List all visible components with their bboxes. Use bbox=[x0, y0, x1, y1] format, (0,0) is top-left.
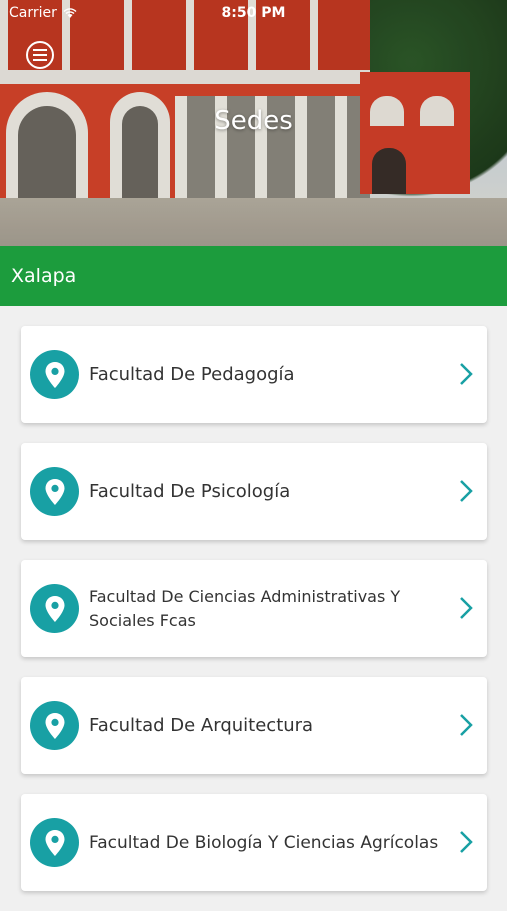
page-title: Sedes bbox=[214, 106, 293, 136]
location-pin-icon bbox=[30, 350, 79, 399]
hamburger-menu-icon[interactable] bbox=[26, 41, 54, 69]
list-item-label: Facultad De Biología Y Ciencias Agrícola… bbox=[89, 832, 439, 853]
list-item-label: Facultad De Ciencias Administrativas Y S… bbox=[89, 586, 401, 630]
chevron-right-icon bbox=[460, 480, 473, 502]
list-item[interactable]: Facultad De Arquitectura bbox=[21, 677, 487, 774]
list-item-label: Facultad De Psicología bbox=[89, 480, 291, 502]
location-pin-icon bbox=[30, 584, 79, 633]
section-header: Xalapa bbox=[0, 246, 507, 306]
list-item-label: Facultad De Pedagogía bbox=[89, 363, 295, 385]
location-pin-icon bbox=[30, 818, 79, 867]
status-bar: Carrier 8:50 PM bbox=[0, 0, 507, 28]
list-item[interactable]: Facultad De Biología Y Ciencias Agrícola… bbox=[21, 794, 487, 891]
chevron-right-icon bbox=[460, 714, 473, 736]
list-item[interactable]: Facultad De Ciencias Administrativas Y S… bbox=[21, 560, 487, 657]
campus-list: Facultad De Pedagogía Facultad De Psicol… bbox=[21, 326, 487, 911]
chevron-right-icon bbox=[460, 363, 473, 385]
list-item[interactable]: Facultad De Psicología bbox=[21, 443, 487, 540]
list-item[interactable]: Facultad De Pedagogía bbox=[21, 326, 487, 423]
chevron-right-icon bbox=[460, 831, 473, 853]
chevron-right-icon bbox=[460, 597, 473, 619]
location-pin-icon bbox=[30, 467, 79, 516]
clock: 8:50 PM bbox=[221, 5, 286, 21]
list-item-label: Facultad De Arquitectura bbox=[89, 714, 314, 736]
location-pin-icon bbox=[30, 701, 79, 750]
